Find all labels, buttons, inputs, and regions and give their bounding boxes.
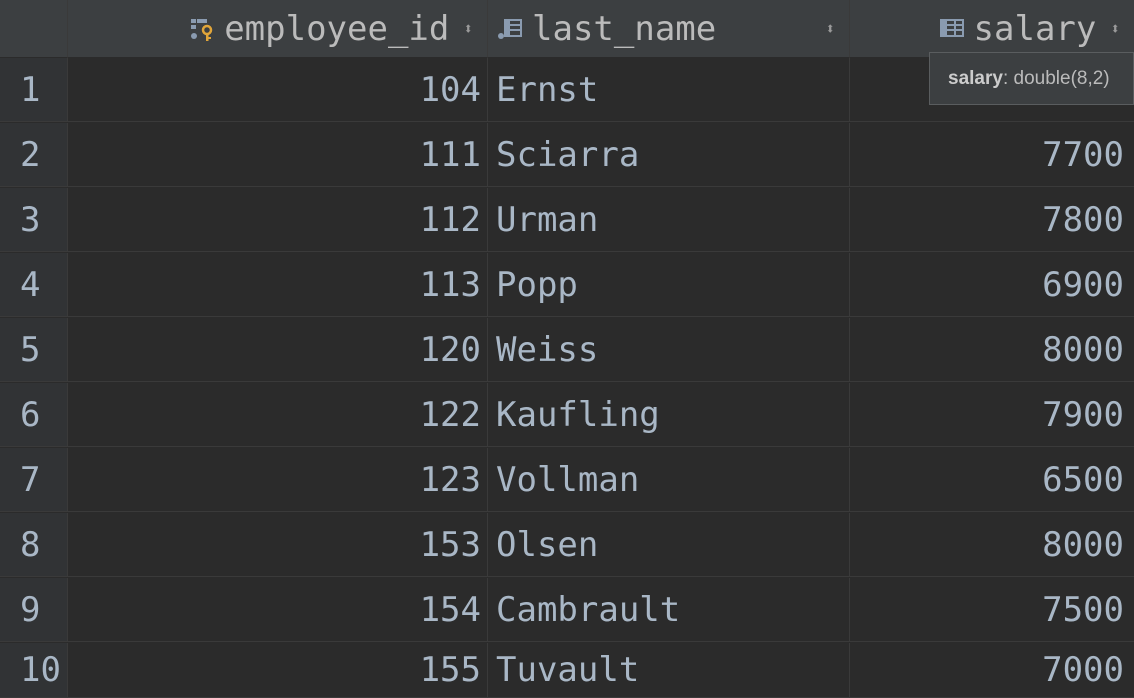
cell-employee-id[interactable]: 120: [68, 318, 488, 382]
cell-last-name[interactable]: Tuvault: [488, 643, 850, 698]
grid-header: employee_id ⬍ last_name ⬍ salary ⬍: [0, 0, 1134, 58]
cell-employee-id[interactable]: 104: [68, 58, 488, 122]
row-number[interactable]: 9: [0, 578, 68, 642]
row-number-header[interactable]: [0, 0, 68, 58]
table-row[interactable]: 5 120 Weiss 8000: [0, 318, 1134, 382]
cell-last-name[interactable]: Cambrault: [488, 578, 850, 642]
cell-salary[interactable]: 6900: [850, 253, 1134, 317]
sort-icon[interactable]: ⬍: [463, 20, 473, 37]
cell-salary[interactable]: 7000: [850, 643, 1134, 698]
sort-icon[interactable]: ⬍: [1110, 20, 1120, 37]
table-row[interactable]: 7 123 Vollman 6500: [0, 448, 1134, 512]
row-number[interactable]: 8: [0, 513, 68, 577]
cell-last-name[interactable]: Ernst: [488, 58, 850, 122]
table-row[interactable]: 4 113 Popp 6900: [0, 253, 1134, 317]
cell-employee-id[interactable]: 154: [68, 578, 488, 642]
column-header-label: salary: [973, 8, 1097, 49]
cell-salary[interactable]: 7900: [850, 383, 1134, 447]
column-icon: [498, 18, 522, 39]
cell-salary[interactable]: 6500: [850, 448, 1134, 512]
table-row[interactable]: 9 154 Cambrault 7500: [0, 578, 1134, 642]
cell-employee-id[interactable]: 112: [68, 188, 488, 252]
row-number[interactable]: 5: [0, 318, 68, 382]
column-header-employee-id[interactable]: employee_id ⬍: [68, 0, 488, 58]
column-header-salary[interactable]: salary ⬍: [850, 0, 1134, 58]
cell-last-name[interactable]: Weiss: [488, 318, 850, 382]
row-number[interactable]: 1: [0, 58, 68, 122]
table-row[interactable]: 6 122 Kaufling 7900: [0, 383, 1134, 447]
row-number[interactable]: 6: [0, 383, 68, 447]
cell-employee-id[interactable]: 123: [68, 448, 488, 512]
cell-salary[interactable]: 7700: [850, 123, 1134, 187]
column-header-last-name[interactable]: last_name ⬍: [488, 0, 850, 58]
column-header-label: employee_id: [224, 8, 450, 49]
primary-key-column-icon: [191, 18, 213, 41]
cell-last-name[interactable]: Popp: [488, 253, 850, 317]
row-number[interactable]: 2: [0, 123, 68, 187]
table-row[interactable]: 8 153 Olsen 8000: [0, 513, 1134, 577]
cell-employee-id[interactable]: 153: [68, 513, 488, 577]
tooltip-column-name: salary: [948, 67, 1003, 89]
table-row[interactable]: 10 155 Tuvault 7000: [0, 643, 1134, 698]
table-row[interactable]: 3 112 Urman 7800: [0, 188, 1134, 252]
row-number[interactable]: 10: [0, 643, 68, 698]
row-number[interactable]: 4: [0, 253, 68, 317]
cell-employee-id[interactable]: 155: [68, 643, 488, 698]
cell-salary[interactable]: 7500: [850, 578, 1134, 642]
cell-salary[interactable]: 8000: [850, 318, 1134, 382]
cell-salary[interactable]: 8000: [850, 513, 1134, 577]
column-icon: [939, 18, 964, 37]
cell-last-name[interactable]: Urman: [488, 188, 850, 252]
column-type-tooltip: salary: double(8,2): [929, 52, 1134, 105]
cell-employee-id[interactable]: 113: [68, 253, 488, 317]
cell-employee-id[interactable]: 122: [68, 383, 488, 447]
table-row[interactable]: 2 111 Sciarra 7700: [0, 123, 1134, 187]
cell-employee-id[interactable]: 111: [68, 123, 488, 187]
tooltip-column-type: : double(8,2): [1002, 67, 1110, 89]
row-number[interactable]: 3: [0, 188, 68, 252]
cell-salary[interactable]: 7800: [850, 188, 1134, 252]
cell-last-name[interactable]: Kaufling: [488, 383, 850, 447]
cell-last-name[interactable]: Sciarra: [488, 123, 850, 187]
cell-last-name[interactable]: Vollman: [488, 448, 850, 512]
row-number[interactable]: 7: [0, 448, 68, 512]
cell-last-name[interactable]: Olsen: [488, 513, 850, 577]
column-header-label: last_name: [532, 8, 717, 49]
results-grid: employee_id ⬍ last_name ⬍ salary ⬍ 1 104…: [0, 0, 1134, 698]
sort-icon[interactable]: ⬍: [825, 20, 835, 37]
